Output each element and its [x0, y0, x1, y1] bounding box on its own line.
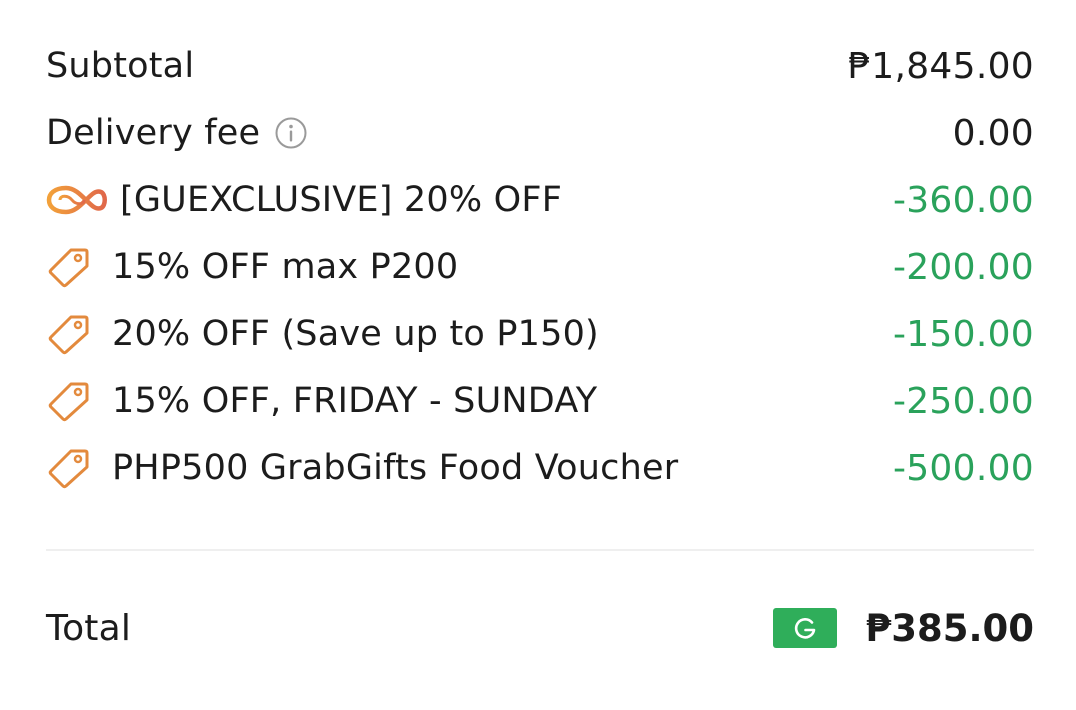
subtotal-left: Subtotal	[46, 46, 194, 86]
discount-amount: -250.00	[892, 380, 1034, 422]
discount-label: 15% OFF, FRIDAY - SUNDAY	[112, 381, 598, 421]
grabpay-logo-icon: G	[790, 613, 816, 639]
promo-subscription-icon	[46, 180, 108, 220]
discount-label: PHP500 GrabGifts Food Voucher	[112, 448, 679, 488]
discount-amount: -200.00	[892, 246, 1034, 288]
delivery-fee-label: Delivery fee	[46, 113, 261, 153]
discount-row: 15% OFF, FRIDAY - SUNDAY -250.00	[46, 377, 1034, 425]
discount-left: 15% OFF max P200	[46, 244, 458, 290]
total-left: Total	[46, 608, 131, 649]
subtotal-row: Subtotal ₱1,845.00	[46, 42, 1034, 90]
delivery-fee-amount: 0.00	[952, 112, 1034, 154]
tag-icon	[46, 311, 92, 357]
discount-amount: -150.00	[892, 313, 1034, 355]
total-right: G ₱385.00	[773, 607, 1034, 650]
payment-badge-letter: G	[790, 613, 791, 614]
divider	[46, 549, 1034, 551]
discount-row: 15% OFF max P200 -200.00	[46, 243, 1034, 291]
tag-icon	[46, 378, 92, 424]
discount-left: [GUEXCLUSIVE] 20% OFF	[46, 180, 562, 220]
tag-icon	[46, 244, 92, 290]
tag-icon	[46, 445, 92, 491]
discount-row: PHP500 GrabGifts Food Voucher -500.00	[46, 444, 1034, 492]
discount-left: PHP500 GrabGifts Food Voucher	[46, 445, 678, 491]
order-summary: Subtotal ₱1,845.00 Delivery fee 0.00 [GU…	[0, 0, 1076, 710]
discount-label: [GUEXCLUSIVE] 20% OFF	[120, 180, 563, 220]
total-label: Total	[46, 607, 132, 649]
total-amount: ₱385.00	[865, 606, 1034, 650]
total-row: Total G ₱385.00	[46, 604, 1034, 652]
discount-amount: -360.00	[892, 179, 1034, 221]
discount-label: 15% OFF max P200	[112, 247, 459, 287]
delivery-fee-row: Delivery fee 0.00	[46, 109, 1034, 157]
discount-amount: -500.00	[892, 447, 1034, 489]
payment-method-badge[interactable]: G	[773, 608, 838, 648]
discount-left: 20% OFF (Save up to P150)	[46, 311, 599, 357]
discount-left: 15% OFF, FRIDAY - SUNDAY	[46, 378, 597, 424]
info-icon[interactable]	[274, 116, 308, 150]
subtotal-label: Subtotal	[46, 46, 195, 86]
discount-row: 20% OFF (Save up to P150) -150.00	[46, 310, 1034, 358]
delivery-fee-left: Delivery fee	[46, 113, 308, 153]
subtotal-amount: ₱1,845.00	[848, 45, 1034, 87]
discount-label: 20% OFF (Save up to P150)	[112, 314, 599, 354]
discount-row: [GUEXCLUSIVE] 20% OFF -360.00	[46, 176, 1034, 224]
